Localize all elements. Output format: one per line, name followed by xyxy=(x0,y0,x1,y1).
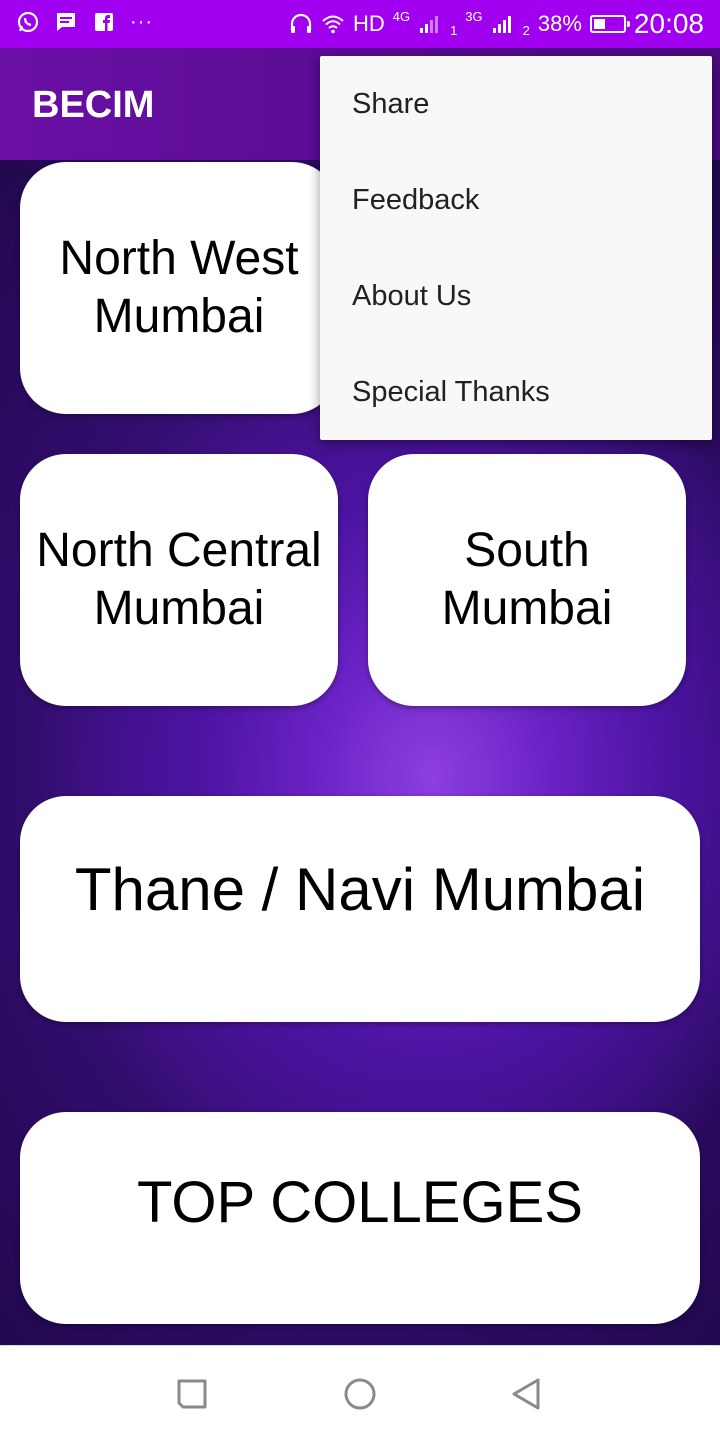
more-notifications-icon: ··· xyxy=(130,11,153,33)
card-label-line1: North Central xyxy=(36,524,322,577)
message-icon xyxy=(57,13,75,31)
card-label-line1: South xyxy=(464,524,590,577)
south-mumbai-button[interactable]: South Mumbai xyxy=(368,454,686,706)
hd-label: HD xyxy=(352,11,385,36)
clock: 20:08 xyxy=(633,8,704,39)
menu-item-share[interactable]: Share xyxy=(320,56,712,152)
card-label-line2: Mumbai xyxy=(93,290,265,343)
card-label-line1: North West xyxy=(59,232,299,285)
signal-1-icon xyxy=(420,16,439,33)
menu-item-special-thanks[interactable]: Special Thanks xyxy=(320,344,712,440)
facebook-icon xyxy=(95,13,113,31)
card-label-line2: Mumbai xyxy=(93,582,265,635)
battery-percent: 38% xyxy=(537,11,582,36)
battery-icon xyxy=(589,15,630,33)
status-bar: ··· HD 4G 1 3G 2 38% 20:08 xyxy=(0,0,720,48)
navigation-bar xyxy=(0,1345,720,1441)
home-icon[interactable] xyxy=(342,1376,378,1412)
whatsapp-icon xyxy=(17,11,39,33)
card-label-line2: Mumbai xyxy=(441,582,613,635)
card-label: TOP COLLEGES xyxy=(137,1170,583,1235)
menu-item-feedback[interactable]: Feedback xyxy=(320,152,712,248)
menu-item-about-us[interactable]: About Us xyxy=(320,248,712,344)
signal-2-icon xyxy=(492,16,511,33)
sim-1-label: 1 xyxy=(450,22,458,38)
north-central-mumbai-button[interactable]: North Central Mumbai xyxy=(20,454,338,706)
thane-navi-mumbai-button[interactable]: Thane / Navi Mumbai xyxy=(20,796,700,1022)
network-type-2: 3G xyxy=(465,8,483,24)
north-west-mumbai-button[interactable]: North West Mumbai xyxy=(20,162,338,414)
card-label: Thane / Navi Mumbai xyxy=(74,856,646,923)
wifi-icon xyxy=(322,15,344,34)
headphones-icon xyxy=(290,13,312,33)
overflow-menu: Share Feedback About Us Special Thanks xyxy=(320,56,712,440)
sim-2-label: 2 xyxy=(522,22,530,38)
top-colleges-button[interactable]: TOP COLLEGES xyxy=(20,1112,700,1324)
network-type-1: 4G xyxy=(392,8,411,24)
app-title: BECIM xyxy=(32,84,155,126)
recent-apps-icon[interactable] xyxy=(174,1376,210,1412)
back-icon[interactable] xyxy=(508,1376,544,1412)
